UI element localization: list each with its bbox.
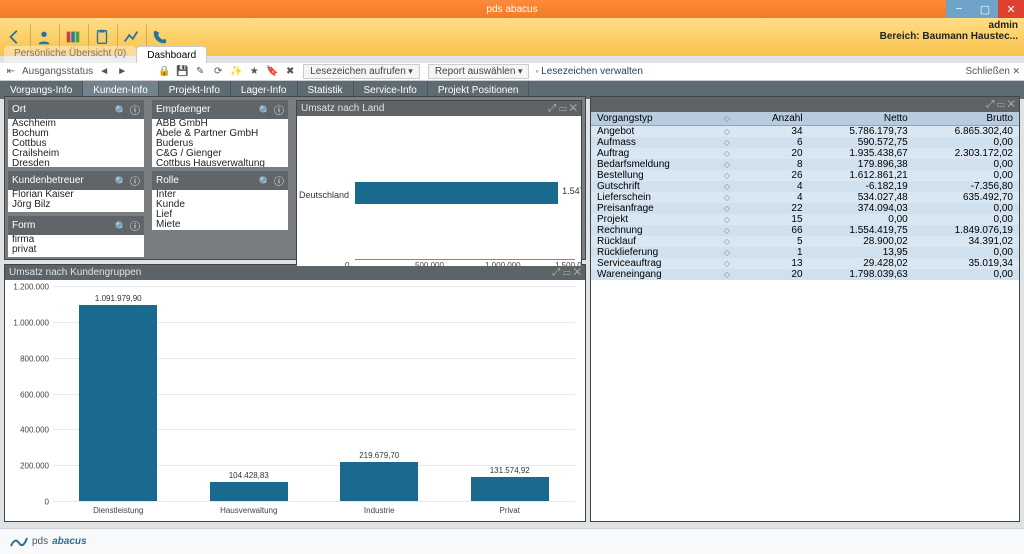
btn-lesezeichen-aufrufen[interactable]: Lesezeichen aufrufen ▾ — [303, 64, 420, 79]
back-icon[interactable] — [4, 26, 26, 48]
prev-icon[interactable]: ◄ — [97, 65, 111, 79]
filter-form: Form 🔍 ⓘ firmaprivat — [8, 216, 144, 257]
table-row[interactable]: Lieferschein◇4534.027,48635.492,70 — [591, 192, 1019, 203]
toolbar-close[interactable]: Schließen ✕ — [965, 66, 1020, 77]
search-icon[interactable]: 🔍 ⓘ — [259, 102, 284, 117]
link-lesezeichen-verwalten[interactable]: ◦ Lesezeichen verwalten — [535, 66, 642, 77]
footer: pds abacus — [0, 528, 1024, 554]
table-row[interactable]: Angebot◇345.786.179,736.865.302,40 — [591, 126, 1019, 138]
th-anzahl[interactable]: Anzahl — [745, 112, 809, 126]
next-icon[interactable]: ► — [115, 65, 129, 79]
lock-icon[interactable]: 🔒 — [157, 65, 171, 79]
col-right: ⤢ ▭ ✕ Vorgangstyp ◇ Anzahl Netto Brutto … — [590, 96, 1020, 522]
btn-report-auswaehlen[interactable]: Report auswählen ▾ — [428, 64, 530, 79]
bookmark-icon[interactable]: 🔖 — [265, 65, 279, 79]
table-row[interactable]: Rücklieferung◇113,950,00 — [591, 247, 1019, 258]
search-icon[interactable]: 🔍 ⓘ — [115, 218, 140, 233]
panel-umsatz-kundengruppen-title: Umsatz nach Kundengruppen — [9, 267, 141, 278]
content: Ort 🔍 ⓘ AschheimBochumCottbusCrailsheimDr… — [0, 92, 1024, 526]
phone-icon[interactable] — [149, 26, 171, 48]
th-vorgangstyp[interactable]: Vorgangstyp — [591, 112, 718, 126]
clipboard-icon[interactable] — [91, 26, 113, 48]
th-brutto[interactable]: Brutto — [914, 112, 1019, 126]
window-titlebar: pds abacus − ▢ ✕ — [0, 0, 1024, 18]
chart-umsatz-kundengruppen: 0200.000400.000600.000800.0001.000.0001.… — [5, 280, 585, 521]
filter-ort-title: Ort — [12, 104, 26, 115]
minimize-button[interactable]: − — [946, 0, 972, 18]
user-icon[interactable] — [33, 26, 55, 48]
panel-tools[interactable]: ⤢ ▭ ✕ — [552, 267, 581, 278]
panel-umsatz-kundengruppen: Umsatz nach Kundengruppen ⤢ ▭ ✕ 0200.0004… — [4, 264, 586, 522]
filter-form-title: Form — [12, 220, 35, 231]
filters-and-land-panel: Ort 🔍 ⓘ AschheimBochumCottbusCrailsheimDr… — [4, 96, 586, 260]
vorgangstyp-table[interactable]: Vorgangstyp ◇ Anzahl Netto Brutto Angebo… — [591, 112, 1019, 280]
hchart-value: 1.547.663,35 — [562, 186, 581, 196]
filter-empfaenger: Empfaenger 🔍 ⓘ ABB GmbHAbele & Partner Gm… — [152, 100, 288, 167]
filter-kundenbetreuer-list[interactable]: Florian KaiserJörg Bilz — [8, 190, 144, 212]
delete-icon[interactable]: ✖ — [283, 65, 297, 79]
search-icon[interactable]: 🔍 ⓘ — [115, 173, 140, 188]
books-icon[interactable] — [62, 26, 84, 48]
tab-personal-overview[interactable]: Persönliche Übersicht (0) — [4, 46, 136, 63]
footer-logo: pds abacus — [10, 535, 87, 549]
hchart-category: Deutschland — [299, 190, 349, 200]
filter-kundenbetreuer-title: Kundenbetreuer — [12, 175, 84, 186]
table-row[interactable]: Wareneingang◇201.798.039,630,00 — [591, 269, 1019, 280]
refresh-icon[interactable]: ⟳ — [211, 65, 225, 79]
window-title: pds abacus — [486, 4, 537, 15]
chart-umsatz-land: Deutschland 1.547.663,35 0500.0001.000.0… — [297, 116, 581, 266]
tab-dashboard[interactable]: Dashboard — [136, 46, 207, 63]
search-icon[interactable]: 🔍 ⓘ — [115, 102, 140, 117]
hchart-bar — [355, 182, 558, 204]
chart-icon[interactable] — [120, 26, 142, 48]
panel-tools[interactable]: ⤢ ▭ ✕ — [548, 103, 577, 114]
table-row[interactable]: Auftrag◇201.935.438,672.303.172,02 — [591, 148, 1019, 159]
search-icon[interactable]: 🔍 ⓘ — [259, 173, 284, 188]
filter-rolle-title: Rolle — [156, 175, 179, 186]
table-row[interactable]: Bestellung◇261.612.861,210,00 — [591, 170, 1019, 181]
edit-icon[interactable]: ✎ — [193, 65, 207, 79]
close-button[interactable]: ✕ — [998, 0, 1024, 18]
panel-tools[interactable]: ⤢ ▭ ✕ — [986, 99, 1015, 110]
toolbar-ausgang-label[interactable]: Ausgangsstatus — [22, 66, 93, 77]
expand-icon[interactable]: ⇤ — [4, 65, 18, 79]
table-row[interactable]: Projekt◇150,000,00 — [591, 214, 1019, 225]
filter-kundenbetreuer: Kundenbetreuer 🔍 ⓘ Florian KaiserJörg Bil… — [8, 171, 144, 212]
window-controls: − ▢ ✕ — [946, 0, 1024, 18]
main-tabs: Persönliche Übersicht (0) Dashboard — [4, 46, 1024, 63]
filter-form-list[interactable]: firmaprivat — [8, 235, 144, 257]
panel-vorgangstyp-table: ⤢ ▭ ✕ Vorgangstyp ◇ Anzahl Netto Brutto … — [590, 96, 1020, 522]
save-icon[interactable]: 💾 — [175, 65, 189, 79]
star-icon[interactable]: ★ — [247, 65, 261, 79]
filter-rolle-list[interactable]: InterKundeLiefMiete — [152, 190, 288, 230]
panel-umsatz-land: Umsatz nach Land ⤢ ▭ ✕ Deutschland 1.547.… — [296, 100, 582, 267]
user-label: admin — [989, 20, 1018, 31]
table-row[interactable]: Preisanfrage◇22374.094,030,00 — [591, 203, 1019, 214]
wand-icon[interactable]: ✨ — [229, 65, 243, 79]
table-row[interactable]: Serviceauftrag◇1329.428,0235.019,34 — [591, 258, 1019, 269]
filter-empf-title: Empfaenger — [156, 104, 210, 115]
hchart-xaxis: 0500.0001.000.0001.500.000 — [355, 259, 575, 260]
filter-ort-list[interactable]: AschheimBochumCottbusCrailsheimDresdenDü… — [8, 119, 144, 167]
table-row[interactable]: Rücklauf◇528.900,0234.391,02 — [591, 236, 1019, 247]
col-left: Ort 🔍 ⓘ AschheimBochumCottbusCrailsheimDr… — [4, 96, 586, 522]
filter-empf-list[interactable]: ABB GmbHAbele & Partner GmbHBuderusC&G /… — [152, 119, 288, 167]
maximize-button[interactable]: ▢ — [972, 0, 998, 18]
table-row[interactable]: Aufmass◇6590.572,750,00 — [591, 137, 1019, 148]
scope-label: Bereich: Baumann Haustec... — [880, 31, 1018, 42]
table-row[interactable]: Bedarfsmeldung◇8179.896,380,00 — [591, 159, 1019, 170]
filter-ort: Ort 🔍 ⓘ AschheimBochumCottbusCrailsheimDr… — [8, 100, 144, 167]
th-netto[interactable]: Netto — [809, 112, 914, 126]
panel-umsatz-land-title: Umsatz nach Land — [301, 103, 384, 114]
table-row[interactable]: Gutschrift◇4-6.182,19-7.356,80 — [591, 181, 1019, 192]
ribbon-right-text: admin Bereich: Baumann Haustec... — [880, 20, 1018, 42]
filter-rolle: Rolle 🔍 ⓘ InterKundeLiefMiete — [152, 171, 288, 230]
table-row[interactable]: Rechnung◇661.554.419,751.849.076,19 — [591, 225, 1019, 236]
toolbar: ⇤ Ausgangsstatus ◄ ► 🔒 💾 ✎ ⟳ ✨ ★ 🔖 ✖ Les… — [0, 63, 1024, 81]
